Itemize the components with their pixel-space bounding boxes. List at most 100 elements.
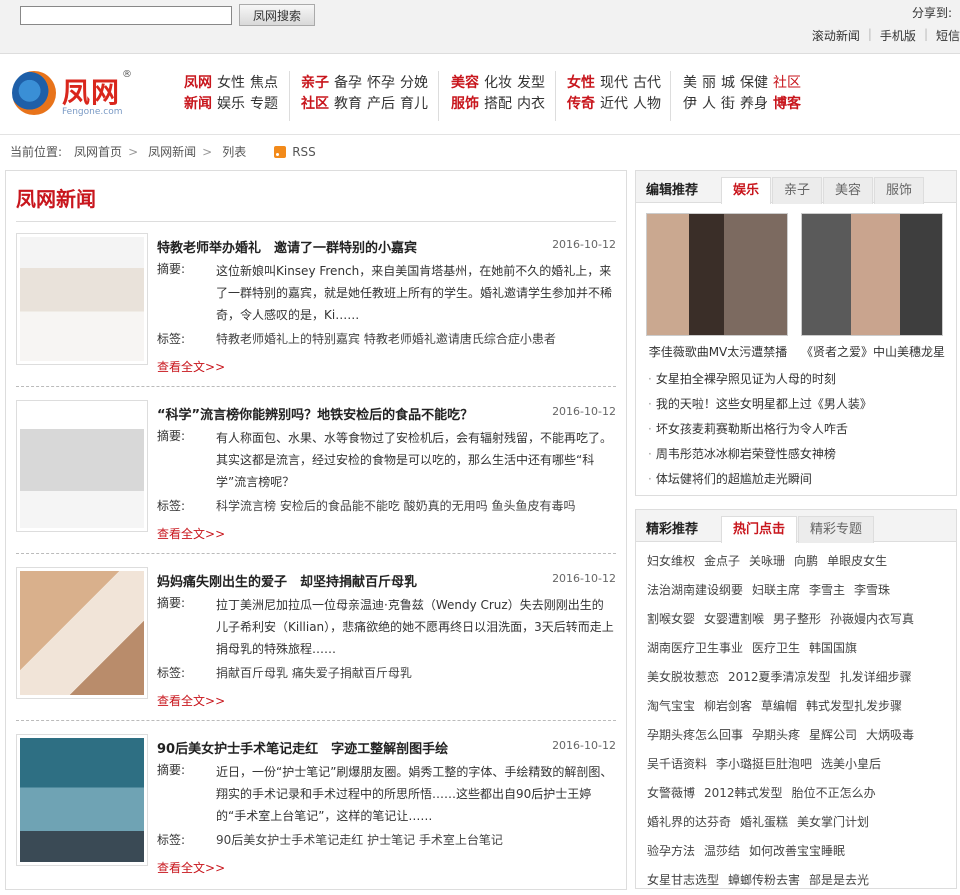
list-item[interactable]: 我的天啦！这些女明星都上过《男人装》 [648,392,872,417]
nav-link[interactable]: 女性 [567,75,595,91]
article-title[interactable]: 妈妈痛失刚出生的爱子 却坚持捐献百斤母乳 [157,571,417,590]
nav-link[interactable]: 丽 [702,75,716,91]
list-item[interactable]: 女星拍全裸孕照见证为人母的时刻 [648,367,872,392]
keyword-link[interactable]: 淘气宝宝 [647,699,695,713]
keyword-link[interactable]: 美女掌门计划 [797,815,869,829]
keyword-link[interactable]: 割喉女婴 [647,612,695,626]
keyword-link[interactable]: 扎发详细步骤 [840,670,912,684]
rss-icon[interactable] [274,145,287,158]
keyword-link[interactable]: 孕期头疼 [752,728,800,742]
link-mobile[interactable]: 手机版 [880,27,916,44]
keyword-link[interactable]: 孙嶶嫚内衣写真 [830,612,914,626]
nav-link[interactable]: 古代 [633,75,661,91]
pic-thumbnail[interactable] [801,213,943,336]
keyword-link[interactable]: 单眼皮女生 [827,554,887,568]
read-more-label[interactable]: 查看全文 [157,360,205,374]
tab-parenting[interactable]: 亲子 [772,177,823,204]
article-image[interactable] [20,571,144,695]
keyword-link[interactable]: 女星甘志选型 [647,873,719,887]
keyword-link[interactable]: 韩式发型扎发步骤 [806,699,902,713]
pic-thumbnail[interactable] [646,213,788,336]
article-tags[interactable]: 特教老师婚礼上的特别嘉宾 特教老师婚礼邀请唐氏综合症小患者 [216,330,556,347]
keyword-link[interactable]: 向鹏 [794,554,818,568]
keyword-link[interactable]: 蟑螂传粉去害 [728,873,800,887]
keyword-link[interactable]: 妇女维权 [647,554,695,568]
article-tags[interactable]: 科学流言榜 安检后的食品能不能吃 酸奶真的无用吗 鱼头鱼皮有毒吗 [216,497,575,514]
article-tags[interactable]: 捐献百斤母乳 痛失爱子捐献百斤母乳 [216,664,412,681]
tab-entertainment[interactable]: 娱乐 [721,177,772,204]
tab-beauty[interactable]: 美容 [823,177,874,204]
nav-link[interactable]: 社区 [301,96,329,112]
keyword-link[interactable]: 如何改善宝宝睡眠 [749,844,845,858]
nav-link[interactable]: 女性 [217,75,245,91]
nav-link[interactable]: 教育 [334,96,362,112]
article-image[interactable] [20,404,144,528]
article-thumbnail[interactable] [16,400,148,532]
nav-link[interactable]: 传奇 [567,96,595,112]
nav-link[interactable]: 养身 [740,96,768,112]
article-thumbnail[interactable] [16,567,148,699]
breadcrumb-news[interactable]: 凤网新闻 [148,143,196,160]
article-title[interactable]: 特教老师举办婚礼 邀请了一群特别的小嘉宾 [157,237,417,256]
nav-link[interactable]: 美容 [451,75,479,91]
article-tags[interactable]: 90后美女护士手术笔记走红 护士笔记 手术室上台笔记 [216,831,503,848]
article-image[interactable] [20,237,144,361]
breadcrumb-home[interactable]: 凤网首页 [74,143,122,160]
read-more-link[interactable]: 查看全文>> [157,525,225,542]
nav-link[interactable]: 服饰 [451,96,479,112]
keyword-link[interactable]: 湖南医疗卫生事业 [647,641,743,655]
nav-link[interactable]: 搭配 [484,96,512,112]
nav-link[interactable]: 化妆 [484,75,512,91]
nav-link[interactable]: 保健 [740,75,768,91]
link-scroll-news[interactable]: 滚动新闻 [812,27,860,44]
search-button[interactable]: 凤网搜索 [239,4,315,26]
read-more-link[interactable]: 查看全文>> [157,692,225,709]
keyword-link[interactable]: 医疗卫生 [752,641,800,655]
list-item[interactable]: 坏女孩麦莉赛勒斯出格行为令人咋舌 [648,417,872,442]
keyword-link[interactable]: 男子整形 [773,612,821,626]
pic-item[interactable]: 李佳薇歌曲MV太污遭禁播 [646,213,790,360]
nav-link[interactable]: 发型 [517,75,545,91]
read-more-label[interactable]: 查看全文 [157,527,205,541]
nav-link[interactable]: 街 [721,96,735,112]
keyword-link[interactable]: 大炳吸毒 [866,728,914,742]
keyword-link[interactable]: 法治湖南建设纲要 [647,583,743,597]
keyword-link[interactable]: 李雪珠 [854,583,890,597]
read-more-link[interactable]: 查看全文>> [157,358,225,375]
nav-link[interactable]: 焦点 [250,75,278,91]
article-thumbnail[interactable] [16,734,148,866]
keyword-link[interactable]: 婚礼蛋糕 [740,815,788,829]
keyword-link[interactable]: 选美小皇后 [821,757,881,771]
tab-fashion[interactable]: 服饰 [874,177,925,204]
nav-link[interactable]: 伊 [683,96,697,112]
nav-link[interactable]: 美 [683,75,697,91]
nav-link[interactable]: 新闻 [184,96,212,112]
breadcrumb-list[interactable]: 列表 [222,143,246,160]
nav-link[interactable]: 人物 [633,96,661,112]
keyword-link[interactable]: 柳岩剑客 [704,699,752,713]
keyword-link[interactable]: 婚礼界的达芬奇 [647,815,731,829]
keyword-link[interactable]: 韩国国旗 [809,641,857,655]
site-logo[interactable]: 凤网 ® Fengone.com [12,69,142,121]
link-sms[interactable]: 短信 [936,27,960,44]
nav-link[interactable]: 城 [721,75,735,91]
article-thumbnail[interactable] [16,233,148,365]
article-title[interactable]: 90后美女护士手术笔记走红 字迹工整解剖图手绘 [157,738,448,757]
keyword-link[interactable]: 女警薇博 [647,786,695,800]
nav-link[interactable]: 近代 [600,96,628,112]
nav-link[interactable]: 专题 [250,96,278,112]
tab-special-topics[interactable]: 精彩专题 [798,516,875,543]
read-more-link[interactable]: 查看全文>> [157,859,225,876]
keyword-link[interactable]: 温莎结 [704,844,740,858]
keyword-link[interactable]: 验孕方法 [647,844,695,858]
nav-link[interactable]: 备孕 [334,75,362,91]
keyword-link[interactable]: 女婴遭割喉 [704,612,764,626]
tab-hot-clicks[interactable]: 热门点击 [721,516,798,543]
search-input[interactable] [20,6,232,25]
article-title[interactable]: “科学”流言榜你能辨别吗？地铁安检后的食品不能吃？ [157,404,473,423]
nav-link[interactable]: 分娩 [400,75,428,91]
nav-link[interactable]: 人 [702,96,716,112]
nav-link[interactable]: 博客 [773,96,801,112]
keyword-link[interactable]: 部是是去光 [809,873,869,887]
read-more-label[interactable]: 查看全文 [157,694,205,708]
